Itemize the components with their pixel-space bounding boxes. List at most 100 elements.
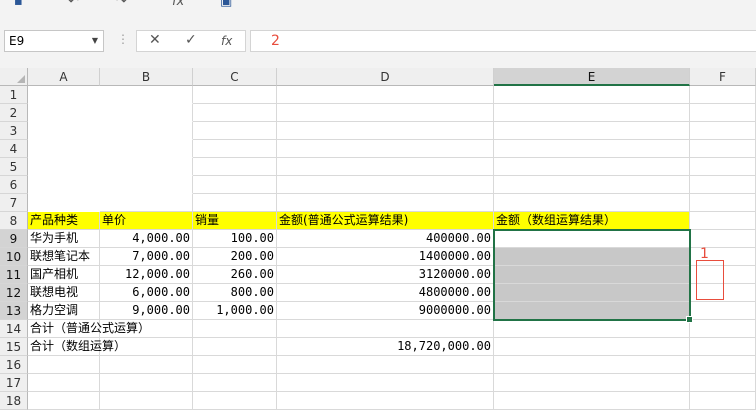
grid-cell[interactable]: [277, 104, 494, 122]
grid-cell[interactable]: [28, 374, 100, 392]
grid-cell[interactable]: [690, 392, 756, 410]
cell-b11[interactable]: 12,000.00: [100, 266, 193, 284]
grid-cell[interactable]: [690, 338, 756, 356]
select-all-button[interactable]: [0, 68, 28, 86]
insert-function-icon[interactable]: fx: [221, 34, 232, 48]
column-header-c[interactable]: C: [193, 68, 277, 86]
grid-cell[interactable]: [277, 158, 494, 176]
grid-cell[interactable]: [100, 176, 193, 194]
grid-cell[interactable]: [100, 86, 193, 104]
cancel-icon[interactable]: ✕: [149, 32, 161, 48]
grid-cell[interactable]: [277, 86, 494, 104]
cell-d11[interactable]: 3120000.00: [277, 266, 494, 284]
cell-e10[interactable]: [494, 248, 690, 266]
grid-cell[interactable]: [28, 86, 100, 104]
grid-cell[interactable]: [690, 122, 756, 140]
row-header-9[interactable]: 9: [0, 230, 28, 248]
grid-cell[interactable]: [28, 122, 100, 140]
grid-cell[interactable]: [193, 356, 277, 374]
cell-c9[interactable]: 100.00: [193, 230, 277, 248]
cell-a9[interactable]: 华为手机: [28, 230, 100, 248]
grid-cell[interactable]: [193, 338, 277, 356]
grid-cell[interactable]: [193, 320, 277, 338]
grid-cell[interactable]: [494, 86, 690, 104]
grid-cell[interactable]: [193, 374, 277, 392]
column-header-b[interactable]: B: [100, 68, 193, 86]
cell-d12[interactable]: 4800000.00: [277, 284, 494, 302]
cell-b9[interactable]: 4,000.00: [100, 230, 193, 248]
row-header-12[interactable]: 12: [0, 284, 28, 302]
column-header-d[interactable]: D: [277, 68, 494, 86]
grid-cell[interactable]: [690, 86, 756, 104]
grid-cell[interactable]: [193, 122, 277, 140]
cell-a13[interactable]: 格力空调: [28, 302, 100, 320]
row-header-3[interactable]: 3: [0, 122, 28, 140]
cell-e12[interactable]: [494, 284, 690, 302]
save-icon[interactable]: ▪: [14, 0, 23, 9]
cell-b13[interactable]: 9,000.00: [100, 302, 193, 320]
row-header-7[interactable]: 7: [0, 194, 28, 212]
grid-cell[interactable]: [690, 158, 756, 176]
grid-cell[interactable]: [690, 356, 756, 374]
grid-cell[interactable]: [28, 392, 100, 410]
cell-d15[interactable]: 18,720,000.00: [277, 338, 494, 356]
grid-cell[interactable]: [494, 194, 690, 212]
grid-cell[interactable]: [277, 356, 494, 374]
cell-e13[interactable]: [494, 302, 690, 320]
cell-a10[interactable]: 联想笔记本: [28, 248, 100, 266]
grid-cell[interactable]: [494, 176, 690, 194]
cell-c10[interactable]: 200.00: [193, 248, 277, 266]
cell-b8[interactable]: 单价: [100, 212, 193, 230]
grid-cell[interactable]: [193, 140, 277, 158]
cell-c11[interactable]: 260.00: [193, 266, 277, 284]
grid-cell[interactable]: [690, 140, 756, 158]
cell-a12[interactable]: 联想电视: [28, 284, 100, 302]
row-header-16[interactable]: 16: [0, 356, 28, 374]
grid-cell[interactable]: [277, 194, 494, 212]
grid-cell[interactable]: [100, 374, 193, 392]
grid-cell[interactable]: [100, 104, 193, 122]
grid-cell[interactable]: [100, 392, 193, 410]
column-header-f[interactable]: F: [690, 68, 756, 86]
row-header-13[interactable]: 13: [0, 302, 28, 320]
grid-cell[interactable]: [28, 104, 100, 122]
cell-d13[interactable]: 9000000.00: [277, 302, 494, 320]
grid-cell[interactable]: [494, 140, 690, 158]
name-box[interactable]: E9 ▼: [4, 30, 104, 52]
column-header-a[interactable]: A: [28, 68, 100, 86]
fill-handle[interactable]: [686, 316, 693, 323]
grid-cell[interactable]: [494, 104, 690, 122]
grid-cell[interactable]: [494, 320, 690, 338]
row-header-15[interactable]: 15: [0, 338, 28, 356]
grid-cell[interactable]: [28, 194, 100, 212]
cell-a14[interactable]: 合计（普通公式运算）: [28, 320, 150, 338]
grid-cell[interactable]: [690, 176, 756, 194]
cell-e11[interactable]: [494, 266, 690, 284]
grid-cell[interactable]: [277, 140, 494, 158]
grid-cell[interactable]: [100, 356, 193, 374]
cell-d10[interactable]: 1400000.00: [277, 248, 494, 266]
cell-d8[interactable]: 金额(普通公式运算结果): [277, 212, 494, 230]
column-header-e[interactable]: E: [494, 68, 690, 86]
cell-d9[interactable]: 400000.00: [277, 230, 494, 248]
grid-cell[interactable]: [690, 104, 756, 122]
cell-e9[interactable]: [494, 230, 690, 248]
grid-cell[interactable]: [28, 140, 100, 158]
grid-cell[interactable]: [690, 302, 756, 320]
grid-cell[interactable]: [690, 194, 756, 212]
row-header-18[interactable]: 18: [0, 392, 28, 410]
cell-c13[interactable]: 1,000.00: [193, 302, 277, 320]
grid-cell[interactable]: [690, 212, 756, 230]
grid-cell[interactable]: [193, 176, 277, 194]
grid-cell[interactable]: [494, 338, 690, 356]
grid-cell[interactable]: [28, 176, 100, 194]
cell-c8[interactable]: 销量: [193, 212, 277, 230]
cell-a11[interactable]: 国产相机: [28, 266, 100, 284]
cell-b12[interactable]: 6,000.00: [100, 284, 193, 302]
grid-cell[interactable]: [28, 158, 100, 176]
row-header-4[interactable]: 4: [0, 140, 28, 158]
enter-icon[interactable]: ✓: [185, 32, 197, 48]
formula-input[interactable]: 2: [250, 30, 756, 52]
grid-cell[interactable]: [100, 194, 193, 212]
grid-cell[interactable]: [28, 356, 100, 374]
